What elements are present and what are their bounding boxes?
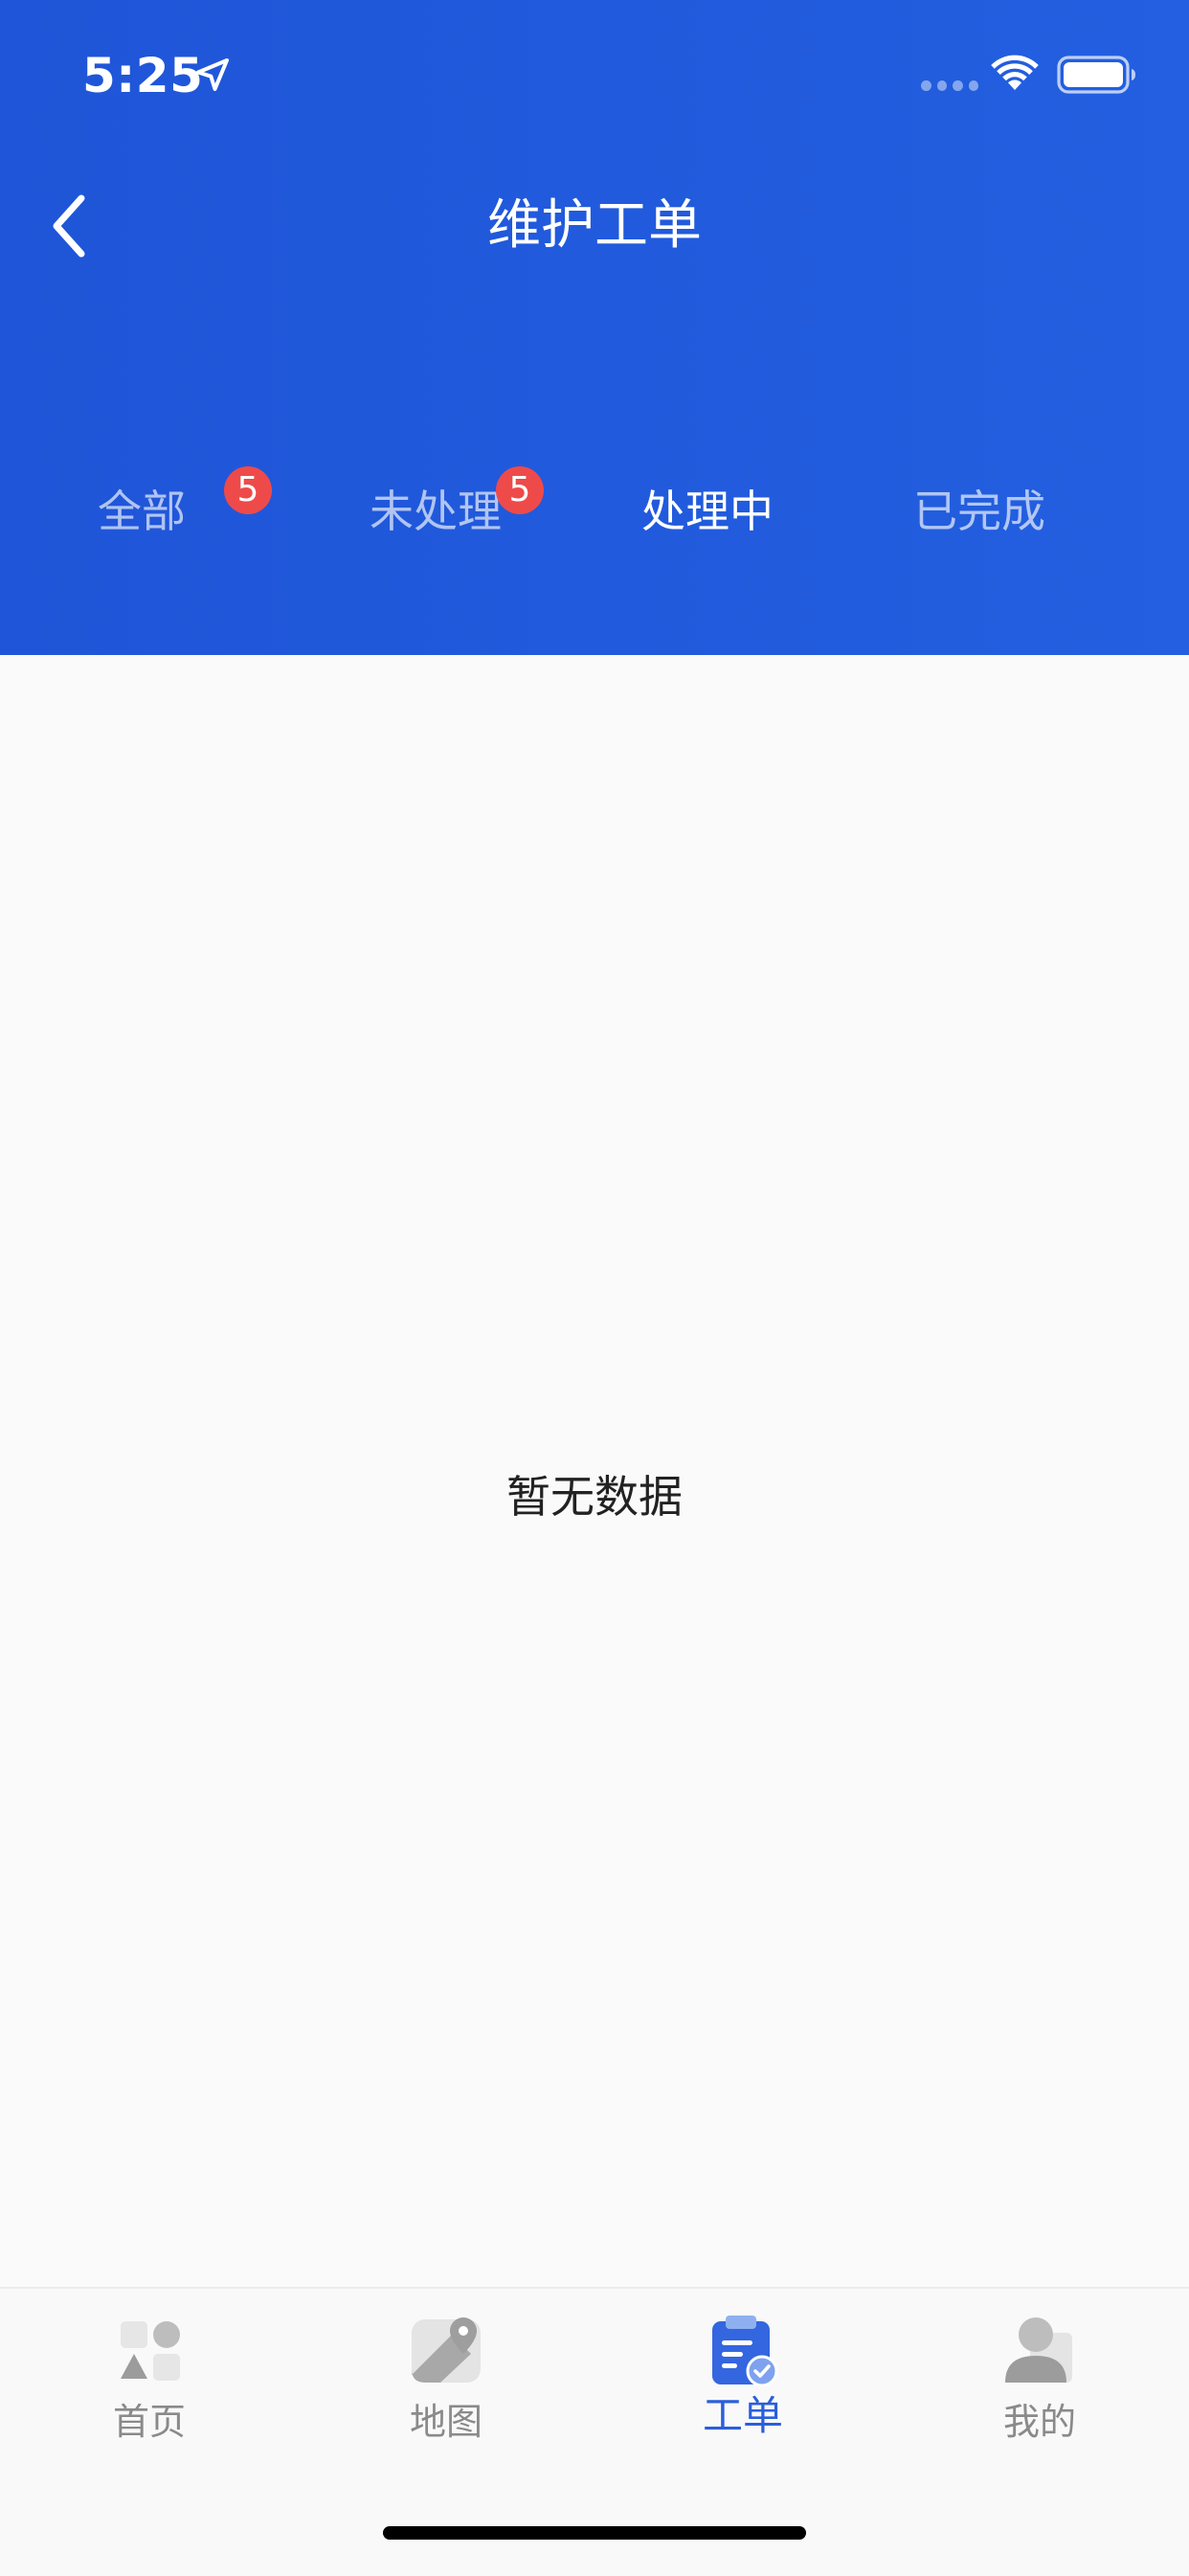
tabbar-label: 地图 <box>409 2401 482 2443</box>
user-icon <box>1005 2317 1072 2383</box>
wifi-icon <box>991 55 1039 90</box>
tab-all[interactable]: 全部 <box>98 463 186 559</box>
tab-unprocessed[interactable]: 未处理 <box>370 463 502 559</box>
main-content: 暂无数据 <box>0 655 1189 2287</box>
tab-badge-unprocessed: 5 <box>496 466 544 514</box>
home-indicator[interactable] <box>383 2526 806 2540</box>
tabbar-item-profile[interactable]: 我的 <box>944 2312 1135 2455</box>
cellular-signal-icon <box>921 80 978 92</box>
tab-label: 处理中 <box>641 486 774 537</box>
tab-label: 全部 <box>98 486 186 537</box>
tab-badge-all: 5 <box>224 466 272 514</box>
tabbar-item-work-order[interactable]: 工单 <box>647 2312 839 2455</box>
location-arrow-icon <box>196 58 229 91</box>
tabbar-label: 首页 <box>112 2401 186 2443</box>
tabbar-item-home[interactable]: 首页 <box>54 2312 245 2455</box>
tabbar-label: 工单 <box>702 2392 783 2439</box>
tab-label: 已完成 <box>913 486 1045 537</box>
tab-label: 未处理 <box>370 486 502 537</box>
empty-state-text: 暂无数据 <box>506 1471 683 1523</box>
tab-processing[interactable]: 处理中 <box>641 463 774 559</box>
status-tabs: 全部 5 未处理 5 处理中 已完成 <box>0 463 1189 559</box>
status-time: 5:25 <box>82 48 204 103</box>
home-icon <box>121 2321 180 2381</box>
map-icon <box>412 2317 481 2383</box>
bottom-tab-bar: 首页 地图 工单 我的 <box>0 2287 1189 2576</box>
battery-icon <box>1057 56 1135 94</box>
tabbar-item-map[interactable]: 地图 <box>350 2312 542 2455</box>
work-order-icon <box>712 2316 778 2387</box>
page-title: 维护工单 <box>487 194 702 257</box>
tabbar-label: 我的 <box>1002 2401 1076 2443</box>
header: 5:25 维护工单 全部 5 未处理 5 处理中 已完成 <box>0 0 1189 655</box>
status-bar: 5:25 <box>0 0 1189 144</box>
tab-completed[interactable]: 已完成 <box>913 463 1045 559</box>
